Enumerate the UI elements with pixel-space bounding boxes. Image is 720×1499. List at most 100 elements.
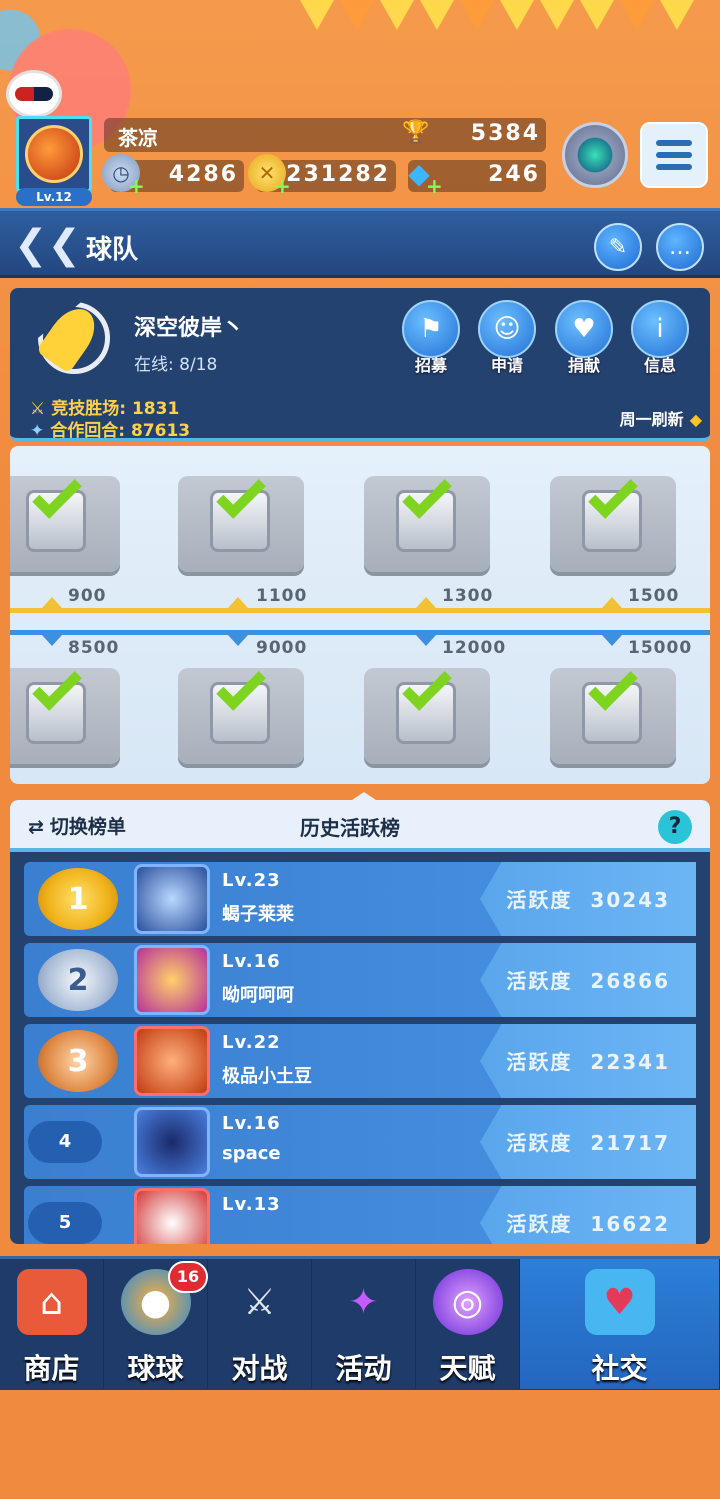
coins-resource[interactable]: ✕ + 231282	[248, 154, 396, 198]
coins-value: 231282	[286, 162, 390, 187]
progress-track-top	[10, 608, 710, 613]
donate-label: 捐献	[567, 356, 600, 375]
party-icon: ✦	[348, 1281, 379, 1323]
member-level: Lv.16	[222, 951, 281, 972]
reward-chest[interactable]	[10, 661, 120, 764]
nav-social[interactable]: ♥ 社交	[520, 1259, 720, 1389]
activity-value: 21717	[590, 1131, 670, 1155]
avatar	[134, 1026, 210, 1096]
refresh-text: 周一刷新	[619, 410, 684, 429]
reward-chest[interactable]	[550, 661, 676, 764]
rank-number: 5	[28, 1202, 102, 1244]
marker-up	[228, 597, 248, 608]
leaderboard-row[interactable]: 4 Lv.16 space 活跃度 21717	[24, 1105, 696, 1179]
coop-rounds: ✦ 合作回合: 87613	[30, 416, 190, 441]
member-name: 呦呵呵呵	[222, 985, 294, 1006]
avatar	[134, 1107, 210, 1177]
handshake-icon: ✦	[30, 421, 45, 441]
marker-down	[228, 635, 248, 646]
reward-chest[interactable]	[550, 469, 676, 572]
member-activity: 活跃度 30243	[506, 884, 670, 913]
rank-3-medal-icon: 3	[38, 1030, 118, 1092]
leaderboard-row[interactable]: 1 Lv.23 蝎子莱莱 活跃度 30243	[24, 862, 696, 936]
edit-button[interactable]: ✎	[594, 223, 642, 271]
team-card: 深空彼岸丶 在线: 8/18 ⚑ 招募 ☺ 申请 ♥ 捐献 i 信息 ⚔ 竞技胜场…	[10, 288, 710, 442]
threshold-top: 1500	[628, 586, 680, 606]
help-button[interactable]: ?	[658, 810, 692, 844]
leaderboard-row[interactable]: 5 Lv.13 活跃度 16622	[24, 1186, 696, 1244]
trophy-icon: 🏆	[402, 120, 430, 145]
info-icon: i	[631, 300, 689, 358]
page-header: ❮❮ 球队 ✎ …	[0, 208, 720, 278]
activity-value: 16622	[590, 1212, 670, 1236]
info-button[interactable]: i 信息	[629, 300, 691, 376]
rank-emblem-icon[interactable]	[562, 122, 628, 188]
leaderboard-title: 历史活跃榜	[300, 816, 400, 840]
member-name: 蝎子莱莱	[222, 904, 294, 925]
flag-icon: ⚑	[402, 300, 460, 358]
member-level: Lv.16	[222, 1113, 281, 1134]
switch-board-button[interactable]: ⇄ 切换榜单	[28, 812, 126, 839]
reward-chest[interactable]	[178, 661, 304, 764]
chat-button[interactable]: …	[656, 223, 704, 271]
expand-arrow-icon[interactable]	[346, 792, 382, 804]
nav-balls[interactable]: ● 球球 16	[104, 1259, 208, 1389]
player-avatar[interactable]	[16, 116, 92, 192]
apply-label: 申请	[490, 356, 523, 375]
threshold-bottom: 12000	[442, 638, 507, 658]
menu-button[interactable]	[640, 122, 708, 188]
reward-chest[interactable]	[364, 661, 490, 764]
reward-chest[interactable]	[10, 469, 120, 572]
member-activity: 活跃度 16622	[506, 1208, 670, 1237]
add-gems-icon[interactable]: +	[426, 174, 443, 198]
leaderboard-row[interactable]: 3 Lv.22 极品小土豆 活跃度 22341	[24, 1024, 696, 1098]
member-level: Lv.13	[222, 1194, 281, 1215]
marker-up	[42, 597, 62, 608]
nav-talent-label: 天赋	[439, 1352, 496, 1385]
add-energy-icon[interactable]: +	[128, 174, 145, 198]
avatar	[134, 864, 210, 934]
info-label: 信息	[643, 356, 676, 375]
swords-icon: ⚔	[243, 1281, 276, 1323]
swap-icon: ⇄	[28, 816, 44, 838]
energy-value: 4286	[168, 162, 238, 187]
reward-chest[interactable]	[364, 469, 490, 572]
leaderboard-header: ⇄ 切换榜单 历史活跃榜 ?	[10, 800, 710, 852]
apply-button[interactable]: ☺ 申请	[476, 300, 538, 376]
reward-track-panel: 900 1100 1300 1500 8500 9000 12000 15000	[10, 446, 710, 784]
recruit-button[interactable]: ⚑ 招募	[400, 300, 462, 376]
marker-down	[416, 635, 436, 646]
reward-chest[interactable]	[178, 469, 304, 572]
apply-icon: ☺	[478, 300, 536, 358]
nav-talent[interactable]: ◎ 天赋	[416, 1259, 520, 1389]
player-name: 茶凉	[118, 126, 158, 150]
marker-down	[602, 635, 622, 646]
leaderboard-row[interactable]: 2 Lv.16 呦呵呵呵 活跃度 26866	[24, 943, 696, 1017]
donate-button[interactable]: ♥ 捐献	[553, 300, 615, 376]
energy-resource[interactable]: ◷ + 4286	[102, 154, 244, 198]
back-button[interactable]: ❮❮	[14, 225, 81, 265]
mini-avatar-icon[interactable]	[6, 70, 62, 118]
shop-icon: ⌂	[16, 1269, 87, 1335]
team-name: 深空彼岸丶	[134, 316, 245, 341]
nav-shop-label: 商店	[23, 1352, 80, 1385]
marker-up	[602, 597, 622, 608]
team-online: 在线: 8/18	[134, 355, 218, 375]
nav-events-label: 活动	[335, 1352, 392, 1385]
team-logo-icon	[35, 300, 110, 374]
activity-label: 活跃度	[506, 1050, 573, 1074]
pencil-icon: ✎	[608, 234, 628, 260]
coop-rounds-text: 合作回合: 87613	[50, 421, 191, 441]
nav-shop[interactable]: ⌂ 商店	[0, 1259, 104, 1389]
member-level: Lv.22	[222, 1032, 281, 1053]
activity-value: 30243	[590, 888, 670, 912]
gems-resource[interactable]: ◆ + 246	[408, 157, 546, 198]
bottom-nav: ⌂ 商店 ● 球球 16 ⚔ 对战 ✦ 活动 ◎ 天赋 ♥ 社交	[0, 1256, 720, 1390]
avatar	[134, 1188, 210, 1244]
rank-1-medal-icon: 1	[38, 868, 118, 930]
activity-leaderboard: ⇄ 切换榜单 历史活跃榜 ? 1 Lv.23 蝎子莱莱 活跃度 30243 2 Lv…	[10, 800, 710, 1244]
nav-battle[interactable]: ⚔ 对战	[208, 1259, 312, 1389]
nav-events[interactable]: ✦ 活动	[312, 1259, 416, 1389]
switch-board-label: 切换榜单	[49, 816, 126, 838]
gems-value: 246	[488, 162, 540, 187]
